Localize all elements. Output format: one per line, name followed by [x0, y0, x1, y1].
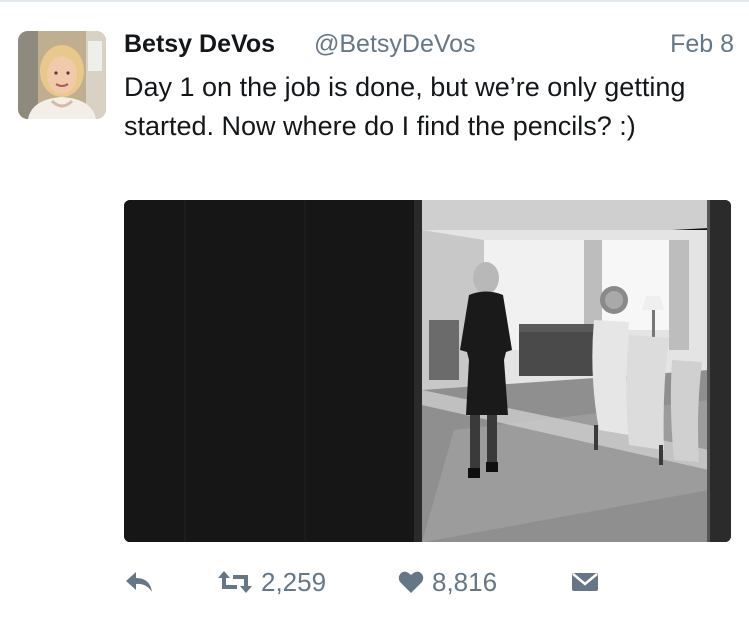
retweet-button[interactable]: 2,259	[217, 562, 326, 602]
office-photo	[124, 200, 731, 542]
author-handle[interactable]: @BetsyDeVos	[314, 30, 476, 59]
top-divider	[0, 0, 749, 2]
message-button[interactable]	[571, 562, 599, 602]
reply-button[interactable]	[124, 562, 154, 602]
like-count: 8,816	[432, 566, 498, 597]
heart-icon	[398, 571, 424, 593]
author-name[interactable]: Betsy DeVos	[124, 30, 275, 59]
tweet-header: Betsy DeVos @BetsyDeVos Feb 8	[124, 30, 734, 64]
reply-icon	[126, 572, 152, 592]
retweet-count: 2,259	[261, 566, 327, 597]
tweet-date[interactable]: Feb 8	[670, 30, 734, 59]
retweet-icon	[218, 571, 252, 593]
tweet-actions: 2,259 8,816	[124, 562, 734, 602]
like-button[interactable]: 8,816	[398, 562, 497, 602]
envelope-icon	[572, 573, 598, 591]
avatar[interactable]	[18, 31, 106, 119]
tweet-photo[interactable]	[124, 200, 731, 542]
avatar-photo	[18, 31, 106, 119]
tweet-text: Day 1 on the job is done, but we’re only…	[124, 72, 686, 141]
